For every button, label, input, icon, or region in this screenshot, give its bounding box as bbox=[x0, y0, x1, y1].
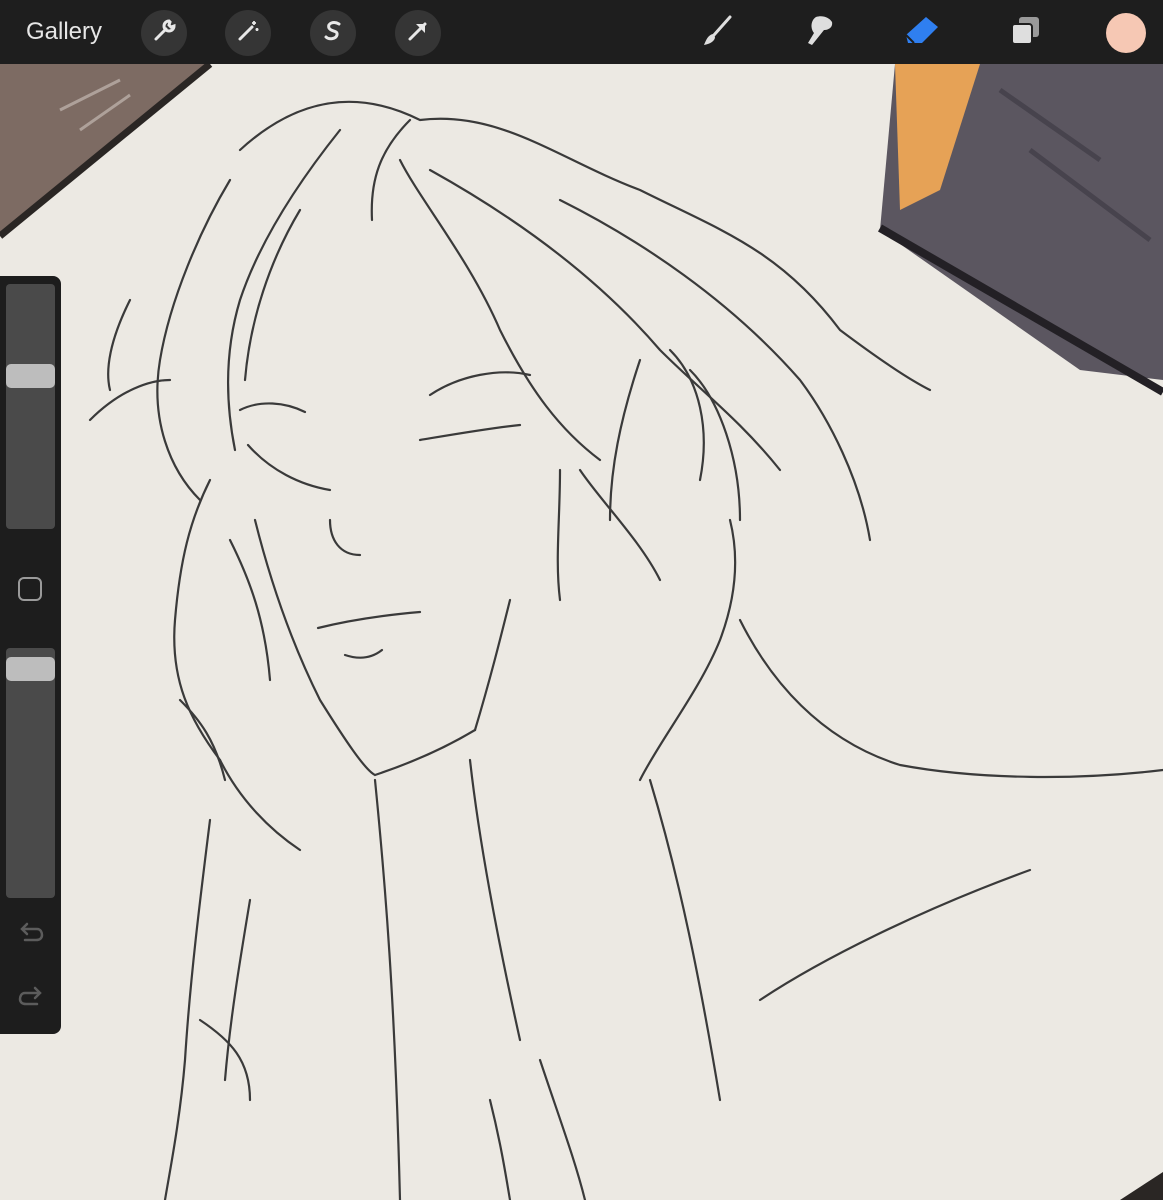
brush-tool-button[interactable] bbox=[697, 12, 739, 54]
modify-button[interactable] bbox=[18, 577, 42, 601]
redo-button[interactable] bbox=[15, 982, 47, 1014]
color-picker-button[interactable] bbox=[1106, 13, 1146, 53]
brush-size-slider[interactable] bbox=[6, 284, 55, 529]
actions-button[interactable] bbox=[141, 10, 187, 56]
smudge-tool-button[interactable] bbox=[799, 12, 841, 54]
eraser-icon bbox=[902, 13, 942, 54]
brush-icon bbox=[700, 13, 736, 54]
drawing-canvas[interactable] bbox=[0, 64, 1163, 1200]
transform-button[interactable] bbox=[395, 10, 441, 56]
smudge-icon bbox=[802, 13, 838, 54]
undo-button[interactable] bbox=[15, 918, 47, 950]
selection-s-icon bbox=[320, 18, 346, 49]
top-toolbar: Gallery bbox=[0, 0, 1163, 64]
eraser-tool-button[interactable] bbox=[901, 12, 943, 54]
wrench-icon bbox=[151, 18, 177, 49]
opacity-slider[interactable] bbox=[6, 648, 55, 898]
adjustments-button[interactable] bbox=[225, 10, 271, 56]
transform-arrow-icon bbox=[405, 18, 431, 49]
layers-button[interactable] bbox=[1004, 12, 1046, 54]
gallery-button[interactable]: Gallery bbox=[26, 18, 102, 46]
layers-icon bbox=[1007, 13, 1043, 54]
selection-button[interactable] bbox=[310, 10, 356, 56]
magic-wand-icon bbox=[235, 18, 261, 49]
left-sidebar bbox=[0, 276, 61, 1034]
redo-icon bbox=[17, 984, 45, 1013]
undo-icon bbox=[17, 920, 45, 949]
brush-size-thumb[interactable] bbox=[6, 364, 55, 388]
opacity-thumb[interactable] bbox=[6, 657, 55, 681]
